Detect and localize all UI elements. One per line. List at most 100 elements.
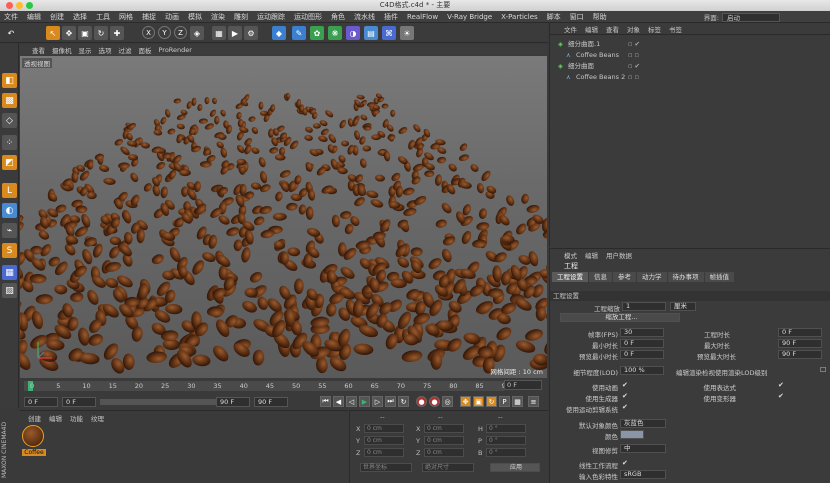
menu-13[interactable]: 角色 [331, 12, 345, 22]
coffee-material-swatch[interactable] [22, 425, 44, 447]
keyframe-selection-icon[interactable]: ◎ [442, 396, 453, 407]
menu-14[interactable]: 流水线 [354, 12, 375, 22]
material-menu-3[interactable]: 纹理 [91, 413, 104, 423]
enable-axis-icon[interactable]: ◐ [2, 203, 17, 218]
min-time-field[interactable]: 0 F [620, 339, 664, 348]
viewport-menu-0[interactable]: 查看 [32, 45, 45, 55]
coord-field[interactable]: 0 ° [486, 424, 526, 433]
size-mode-dropdown[interactable]: 绝对尺寸 [422, 463, 474, 472]
select-tool-icon[interactable]: ↖ [46, 26, 60, 40]
close-window-icon[interactable] [6, 2, 13, 9]
coord-field[interactable]: 0 cm [424, 448, 464, 457]
render-view-icon[interactable]: ▦ [212, 26, 226, 40]
menu-10[interactable]: 雕刻 [234, 12, 248, 22]
use-deformer-checkbox[interactable]: ✔ [778, 392, 784, 400]
menu-9[interactable]: 渲染 [211, 12, 225, 22]
viewport-menu-2[interactable]: 显示 [79, 45, 92, 55]
material-menu-1[interactable]: 编辑 [49, 413, 62, 423]
axis-y-button[interactable]: Y [158, 26, 171, 39]
visibility-toggle-icon[interactable]: ▫ ▫ [628, 72, 639, 82]
menu-4[interactable]: 工具 [96, 12, 110, 22]
object-row[interactable]: ⋏ Coffee Beans ▫ ▫ [550, 50, 830, 60]
rotate-tool-icon[interactable]: ↻ [94, 26, 108, 40]
spline-pen-icon[interactable]: ✎ [292, 26, 306, 40]
visibility-toggle-icon[interactable]: ▫ ✔ [628, 39, 640, 49]
menu-15[interactable]: 插件 [384, 12, 398, 22]
start-frame-field[interactable]: 0 F [24, 397, 58, 407]
scale-key-icon[interactable]: ▣ [473, 396, 484, 407]
lod-render-checkbox[interactable]: ☐ [820, 366, 826, 374]
deformer-icon[interactable]: ◑ [346, 26, 360, 40]
object-menu-5[interactable]: 书签 [669, 24, 682, 34]
next-frame-icon[interactable]: ▷ [372, 396, 383, 407]
object-row[interactable]: ⋏ Coffee Beans 2 ▫ ▫ [550, 72, 830, 82]
prev-frame-icon[interactable]: ◁ [346, 396, 357, 407]
fps-field[interactable]: 30 [620, 328, 664, 337]
attribute-menu-2[interactable]: 用户数据 [606, 250, 632, 260]
view-clip-dropdown[interactable]: 中 [620, 444, 666, 453]
menu-20[interactable]: 窗口 [570, 12, 584, 22]
attribute-tab-1[interactable]: 信息 [589, 272, 612, 282]
camera-icon[interactable]: ⌘ [382, 26, 396, 40]
menu-0[interactable]: 文件 [4, 12, 18, 22]
menu-12[interactable]: 运动图形 [294, 12, 322, 22]
timeline[interactable]: 051015202530354045505560657075808590 0 F [20, 378, 547, 394]
subdivision-icon[interactable]: ✿ [310, 26, 324, 40]
max-time-field[interactable]: 90 F [778, 339, 822, 348]
make-editable-icon[interactable]: ◧ [2, 73, 17, 88]
object-menu-4[interactable]: 标签 [648, 24, 661, 34]
timeline-ruler[interactable]: 051015202530354045505560657075808590 [24, 381, 510, 391]
material-menu-2[interactable]: 功能 [70, 413, 83, 423]
default-color-dropdown[interactable]: 灰蓝色 [620, 419, 666, 428]
texture-mode-icon[interactable]: ▩ [2, 93, 17, 108]
use-motion-checkbox[interactable]: ✔ [622, 403, 628, 411]
workplane-icon[interactable]: ◇ [2, 113, 17, 128]
axis-x-button[interactable]: X [142, 26, 155, 39]
layout-dropdown[interactable]: 启动 [722, 12, 780, 22]
edges-mode-icon[interactable]: ◩ [2, 155, 17, 170]
pla-key-icon[interactable]: ▦ [512, 396, 523, 407]
lod-field[interactable]: 100 % [620, 366, 664, 375]
recent-tool-icon[interactable]: ✚ [110, 26, 124, 40]
polygons-mode-icon[interactable]: L [2, 183, 17, 198]
floor-icon[interactable]: ▤ [364, 26, 378, 40]
viewport[interactable]: 透视视图 网格间距 : 10 cm [20, 56, 547, 378]
use-expression-checkbox[interactable]: ✔ [778, 381, 784, 389]
menu-6[interactable]: 捕捉 [142, 12, 156, 22]
viewport-menu-5[interactable]: 面板 [139, 45, 152, 55]
attribute-menu-1[interactable]: 编辑 [585, 250, 598, 260]
cube-icon[interactable]: ◆ [272, 26, 286, 40]
object-menu-0[interactable]: 文件 [564, 24, 577, 34]
object-row[interactable]: ◈ 细分曲面.1 ▫ ✔ [550, 39, 830, 49]
magnet-icon[interactable]: S [2, 243, 17, 258]
grid-icon[interactable]: ▦ [2, 265, 17, 280]
menu-3[interactable]: 选择 [73, 12, 87, 22]
object-menu-1[interactable]: 编辑 [585, 24, 598, 34]
coordinate-system-icon[interactable]: ◈ [190, 26, 204, 40]
attribute-tab-5[interactable]: 帧插值 [704, 272, 734, 282]
current-frame-field[interactable]: 0 F [504, 380, 542, 390]
apply-button[interactable]: 应用 [490, 463, 540, 472]
param-key-icon[interactable]: P [499, 396, 510, 407]
lock-icon[interactable]: ▨ [2, 283, 17, 298]
menu-1[interactable]: 编辑 [27, 12, 41, 22]
preview-start-field[interactable]: 0 F [62, 397, 96, 407]
axis-z-button[interactable]: Z [174, 26, 187, 39]
attribute-tab-4[interactable]: 待办事项 [667, 272, 704, 282]
auto-key-icon[interactable]: ● [429, 396, 440, 407]
object-menu-3[interactable]: 对象 [627, 24, 640, 34]
points-mode-icon[interactable]: ⁘ [2, 135, 17, 150]
rotation-key-icon[interactable]: ↻ [486, 396, 497, 407]
menu-8[interactable]: 模拟 [188, 12, 202, 22]
preview-end-field[interactable]: 90 F [216, 397, 250, 407]
coord-field[interactable]: 0 cm [424, 424, 464, 433]
snap-icon[interactable]: ⌁ [2, 223, 17, 238]
attribute-tab-0[interactable]: 工程设置 [552, 272, 588, 282]
material-name[interactable]: Coffee [22, 449, 46, 456]
viewport-menu-4[interactable]: 过滤 [119, 45, 132, 55]
scale-unit-dropdown[interactable]: 厘米 [670, 302, 696, 311]
goto-start-icon[interactable]: ⏮ [320, 396, 331, 407]
move-tool-icon[interactable]: ✥ [62, 26, 76, 40]
input-color-dropdown[interactable]: sRGB [620, 470, 666, 479]
duration-field[interactable]: 0 F [778, 328, 822, 337]
